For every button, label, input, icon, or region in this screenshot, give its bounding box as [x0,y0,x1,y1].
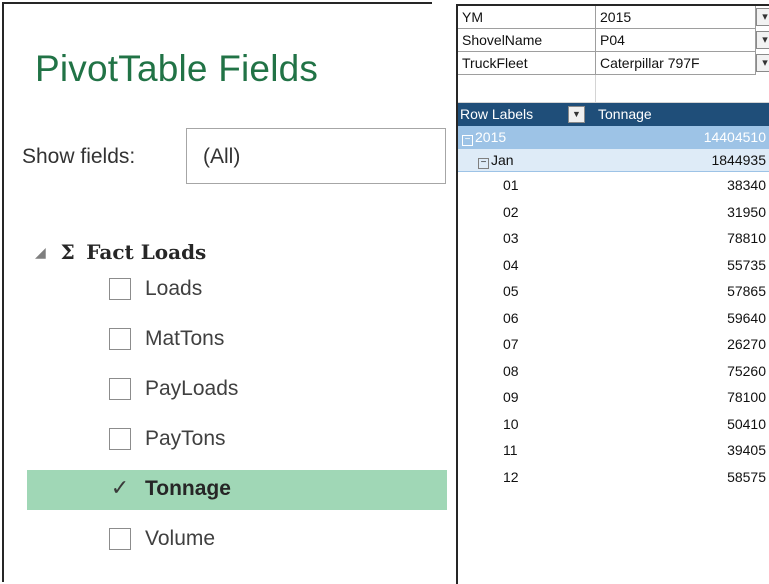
day-value: 78100 [727,389,766,405]
show-fields-value: (All) [203,145,241,168]
blank-cell [458,75,596,103]
filter-field-value: P04 [596,29,756,52]
day-label: 06 [503,309,519,326]
filter-field-name: YM [458,6,596,29]
year-total: 14404510 [703,129,766,145]
pivot-day-row: 08 75260 [458,358,769,385]
field-item-loads[interactable]: Loads [27,270,447,310]
day-value: 75260 [727,362,766,379]
field-item-payloads[interactable]: PayLoads [27,370,447,410]
filter-field-name: TruckFleet [458,52,596,75]
day-value: 58575 [727,468,766,485]
field-item-volume[interactable]: Volume [27,520,447,560]
filter-field-name: ShovelName [458,29,596,52]
year-label: 2015 [475,129,507,145]
filter-row: ShovelName P04 ▾ [458,29,769,52]
day-label: 04 [503,256,519,273]
day-label: 12 [503,468,519,485]
filter-icon[interactable]: ▾ [756,31,769,49]
collapse-icon[interactable]: − [478,158,489,169]
month-total: 1844935 [711,152,766,168]
field-item-mattons[interactable]: MatTons [27,320,447,360]
pivot-month-row: − Jan 1844935 [458,149,769,172]
pivot-day-row: 12 58575 [458,464,769,491]
year-label-cell[interactable]: −2015 [458,126,596,149]
pivot-day-row: 07 26270 [458,331,769,359]
month-label-cell[interactable]: − Jan [458,149,596,172]
day-value: 26270 [727,336,766,352]
day-label: 02 [503,203,519,220]
blank-cell [596,75,769,103]
pivot-day-row: 10 50410 [458,411,769,438]
filter-field-value: Caterpillar 797F [596,52,756,75]
field-checkbox[interactable] [109,428,131,450]
collapse-triangle-icon[interactable]: ◢ [35,244,51,261]
day-label: 07 [503,336,519,352]
pivot-day-row: 04 55735 [458,252,769,279]
value-field-header: Tonnage [598,106,652,122]
day-value: 55735 [727,256,766,273]
field-checkbox[interactable] [109,278,131,300]
day-value: 39405 [727,442,766,458]
month-label: Jan [491,152,514,168]
day-value: 59640 [727,309,766,326]
field-item-paytons[interactable]: PayTons [27,420,447,460]
day-label: 08 [503,362,519,379]
pivot-day-row: 09 78100 [458,384,769,412]
pivot-day-row: 06 59640 [458,305,769,332]
pivot-day-row: 11 39405 [458,437,769,465]
filter-row: YM 2015 ▾ [458,6,769,29]
pivottable-fields-pane: PivotTable Fields Show fields: (All) ◢ Σ… [2,2,447,582]
field-label: Tonnage [145,477,231,500]
field-label: Loads [145,277,203,300]
pane-title: PivotTable Fields [35,48,319,89]
field-item-tonnage[interactable]: ✓ Tonnage [27,470,447,510]
pivot-day-row: 03 78810 [458,225,769,253]
day-label: 03 [503,230,519,246]
field-label: PayLoads [145,377,239,400]
field-checkbox[interactable] [109,328,131,350]
day-value: 31950 [727,203,766,220]
day-label: 11 [503,442,518,458]
field-label: MatTons [145,327,225,350]
field-label: Volume [145,527,216,550]
collapse-icon[interactable]: − [462,135,473,146]
day-label: 10 [503,415,519,432]
show-fields-label: Show fields: [22,145,136,168]
day-label: 01 [503,177,519,193]
table-group-fact-loads[interactable]: ◢ Σ Fact Loads [35,240,206,265]
pivot-year-row: −2015 14404510 [458,126,769,149]
filter-icon[interactable]: ▾ [756,54,769,72]
pivot-table: YM 2015 ▾ ShovelName P04 ▾ TruckFleet Caterpill… [456,4,769,584]
filter-field-value: 2015 [596,6,756,29]
table-name: Fact Loads [86,240,207,264]
day-value: 57865 [727,283,766,299]
pivot-day-row: 01 38340 [458,172,769,200]
field-checkbox[interactable] [109,528,131,550]
filter-icon[interactable]: ▾ [756,8,769,26]
day-label: 05 [503,283,519,299]
field-checkbox-checked[interactable]: ✓ [109,477,131,500]
pivot-header-row: Row Labels ▼ Tonnage [458,103,769,126]
day-value: 38340 [727,177,766,193]
day-label: 09 [503,389,519,405]
row-labels-filter-icon[interactable]: ▼ [568,106,585,123]
field-label: PayTons [145,427,226,450]
pivot-day-row: 02 31950 [458,199,769,226]
day-value: 50410 [727,415,766,432]
show-fields-dropdown[interactable]: (All) [186,128,446,184]
blank-row [458,75,769,103]
day-value: 78810 [727,230,766,246]
filter-row: TruckFleet Caterpillar 797F ▾ [458,52,769,75]
field-checkbox[interactable] [109,378,131,400]
pivot-day-row: 05 57865 [458,278,769,306]
sigma-icon: Σ [60,240,75,264]
